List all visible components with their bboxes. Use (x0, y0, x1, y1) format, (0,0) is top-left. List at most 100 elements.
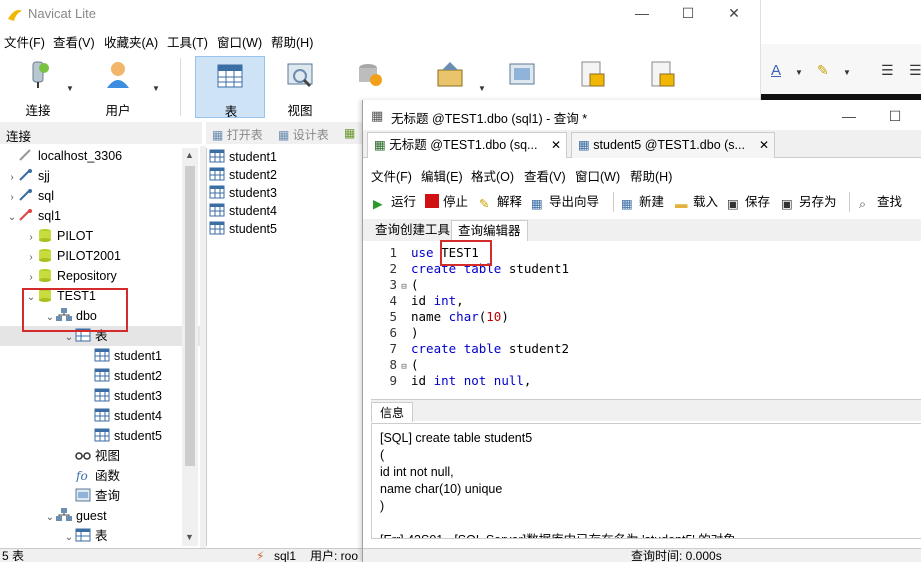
editor-line[interactable]: 8 ⊟( (371, 357, 921, 373)
tree-item[interactable]: ⌄ sql1 (0, 206, 200, 226)
user-dropdown-icon[interactable]: ▼ (152, 84, 160, 93)
new-query-button[interactable]: ▦ 新建 (621, 192, 664, 212)
object-list-item[interactable]: student2 (207, 166, 362, 184)
run-button[interactable]: ▶ 运行 (373, 192, 416, 212)
expand-toggle-icon[interactable]: › (25, 248, 37, 268)
expand-toggle-icon[interactable]: › (6, 168, 18, 188)
qmenu-window[interactable]: 窗口(W) (575, 166, 620, 185)
expand-toggle-icon[interactable]: › (6, 188, 18, 208)
qmenu-help[interactable]: 帮助(H) (630, 166, 672, 185)
menu-view[interactable]: 查看(V) (53, 32, 95, 51)
editor-line[interactable]: 4 id int, (371, 293, 921, 309)
table-icon (209, 221, 225, 235)
maximize-button[interactable]: ☐ (678, 3, 698, 23)
save-button[interactable]: ▣ 保存 (727, 192, 770, 212)
tree-item[interactable]: student5 (0, 426, 200, 446)
editor-line[interactable]: 9 id int not null, (371, 373, 921, 389)
tab-query-builder[interactable]: 查询创建工具 (369, 220, 456, 241)
qmenu-edit[interactable]: 编辑(E) (421, 166, 463, 185)
tab-query-editor[interactable]: 查询编辑器 (451, 220, 528, 241)
scroll-up-icon[interactable]: ▲ (185, 150, 194, 160)
close-button[interactable]: ✕ (724, 3, 744, 23)
query-status-bar: 查询时间: 0.000s (363, 548, 921, 562)
status-conn-icon: ⚡ (256, 549, 265, 562)
user-icon (107, 62, 129, 88)
object-list-item[interactable]: student4 (207, 202, 362, 220)
tab-untitled-query[interactable]: ▦ 无标题 @TEST1.dbo (sq... (367, 132, 567, 158)
qmenu-format[interactable]: 格式(O) (471, 166, 514, 185)
object-list-item[interactable]: student5 (207, 220, 362, 238)
number-list-icon[interactable]: ☰ (909, 62, 921, 79)
user-button[interactable]: 用户 (88, 56, 148, 118)
view-button[interactable]: 视图 (270, 56, 330, 118)
tree-item[interactable]: › PILOT2001 (0, 246, 200, 266)
tree-item-label: localhost_3306 (38, 149, 123, 163)
expand-toggle-icon[interactable]: › (25, 268, 37, 288)
export-icon: ▦ (531, 197, 543, 211)
stop-button[interactable]: 停止 (425, 192, 468, 212)
font-color-dropdown-icon[interactable]: ▼ (795, 68, 803, 77)
tree-item[interactable]: fo 函数 (0, 466, 200, 486)
tree-item[interactable]: ⌄ 表 (0, 526, 200, 546)
connect-button[interactable]: 连接 (8, 56, 68, 118)
expand-toggle-icon[interactable]: ⌄ (6, 208, 18, 228)
minimize-button[interactable]: — (632, 3, 652, 23)
menu-favorites[interactable]: 收藏夹(A) (104, 32, 158, 51)
tree-item[interactable]: 查询 (0, 486, 200, 506)
menu-file[interactable]: 文件(F) (4, 32, 45, 51)
open-table-button[interactable]: ▦ 打开表 (212, 126, 263, 143)
tab-student5[interactable]: ▦ student5 @TEST1.dbo (s... (571, 132, 775, 158)
object-list-item[interactable]: student1 (207, 148, 362, 166)
scrollbar-thumb[interactable] (185, 166, 195, 466)
explain-button[interactable]: ✎ 解释 (479, 192, 522, 212)
tree-item[interactable]: student2 (0, 366, 200, 386)
design-table-button[interactable]: ▦ 设计表 (278, 126, 329, 143)
tree-item[interactable]: student4 (0, 406, 200, 426)
editor-line[interactable]: 6) (371, 325, 921, 341)
highlight-dropdown-icon[interactable]: ▼ (843, 68, 851, 77)
tree-item[interactable]: › sjj (0, 166, 200, 186)
menu-tools[interactable]: 工具(T) (167, 32, 208, 51)
menu-window[interactable]: 窗口(W) (217, 32, 262, 51)
tree-item[interactable]: 视图 (0, 446, 200, 466)
expand-toggle-icon[interactable]: ⌄ (63, 528, 75, 548)
connect-dropdown-icon[interactable]: ▼ (66, 84, 74, 93)
query-minimize-button[interactable]: — (839, 106, 859, 126)
object-list-item[interactable]: student3 (207, 184, 362, 202)
tree-item[interactable]: › Repository (0, 266, 200, 286)
save-as-button[interactable]: ▣ 另存为 (781, 192, 837, 212)
find-button[interactable]: ⌕ 查找 (859, 192, 902, 212)
close-tab-icon[interactable]: ✕ (759, 138, 769, 152)
sql-editor[interactable]: 1 use TEST1 2 create table student1 3 ⊟(4 id i… (371, 245, 921, 395)
tree-item[interactable]: › sql (0, 186, 200, 206)
tree-item[interactable]: ⌄ guest (0, 506, 200, 526)
table-button[interactable]: 表 (195, 56, 265, 119)
highlight-icon[interactable]: ✎ (817, 62, 829, 79)
expand-toggle-icon[interactable]: ⌄ (44, 508, 56, 528)
editor-line[interactable]: 3 ⊟( (371, 277, 921, 293)
tree-item[interactable]: student3 (0, 386, 200, 406)
editor-line[interactable]: 5 name char(10) (371, 309, 921, 325)
scroll-down-icon[interactable]: ▼ (185, 532, 194, 542)
qmenu-view[interactable]: 查看(V) (524, 166, 566, 185)
tree-item[interactable]: › PILOT (0, 226, 200, 246)
close-tab-icon[interactable]: ✕ (551, 138, 561, 152)
event-dropdown-icon[interactable]: ▼ (478, 84, 486, 93)
menu-help[interactable]: 帮助(H) (271, 32, 313, 51)
bullet-list-icon[interactable]: ☰ (881, 62, 894, 79)
expand-toggle-icon[interactable]: › (25, 228, 37, 248)
font-color-icon[interactable]: A (771, 62, 781, 79)
tree-item[interactable]: student1 (0, 346, 200, 366)
database-icon (39, 229, 51, 242)
qmenu-file[interactable]: 文件(F) (371, 166, 412, 185)
editor-line[interactable]: 7 create table student2 (371, 341, 921, 357)
new-table-icon[interactable]: ▦ (344, 126, 355, 140)
tree-scrollbar[interactable]: ▲ ▼ (182, 148, 198, 546)
tree-item[interactable]: localhost_3306 (0, 146, 200, 166)
connection-panel-header: 连接 (0, 122, 202, 144)
export-wizard-button[interactable]: ▦ 导出向导 (531, 192, 599, 212)
query-maximize-button[interactable]: ☐ (885, 106, 905, 126)
tree-item-label: student5 (114, 429, 162, 443)
load-button[interactable]: ▬ 载入 (675, 192, 718, 212)
tab-info[interactable]: 信息 (371, 402, 414, 422)
